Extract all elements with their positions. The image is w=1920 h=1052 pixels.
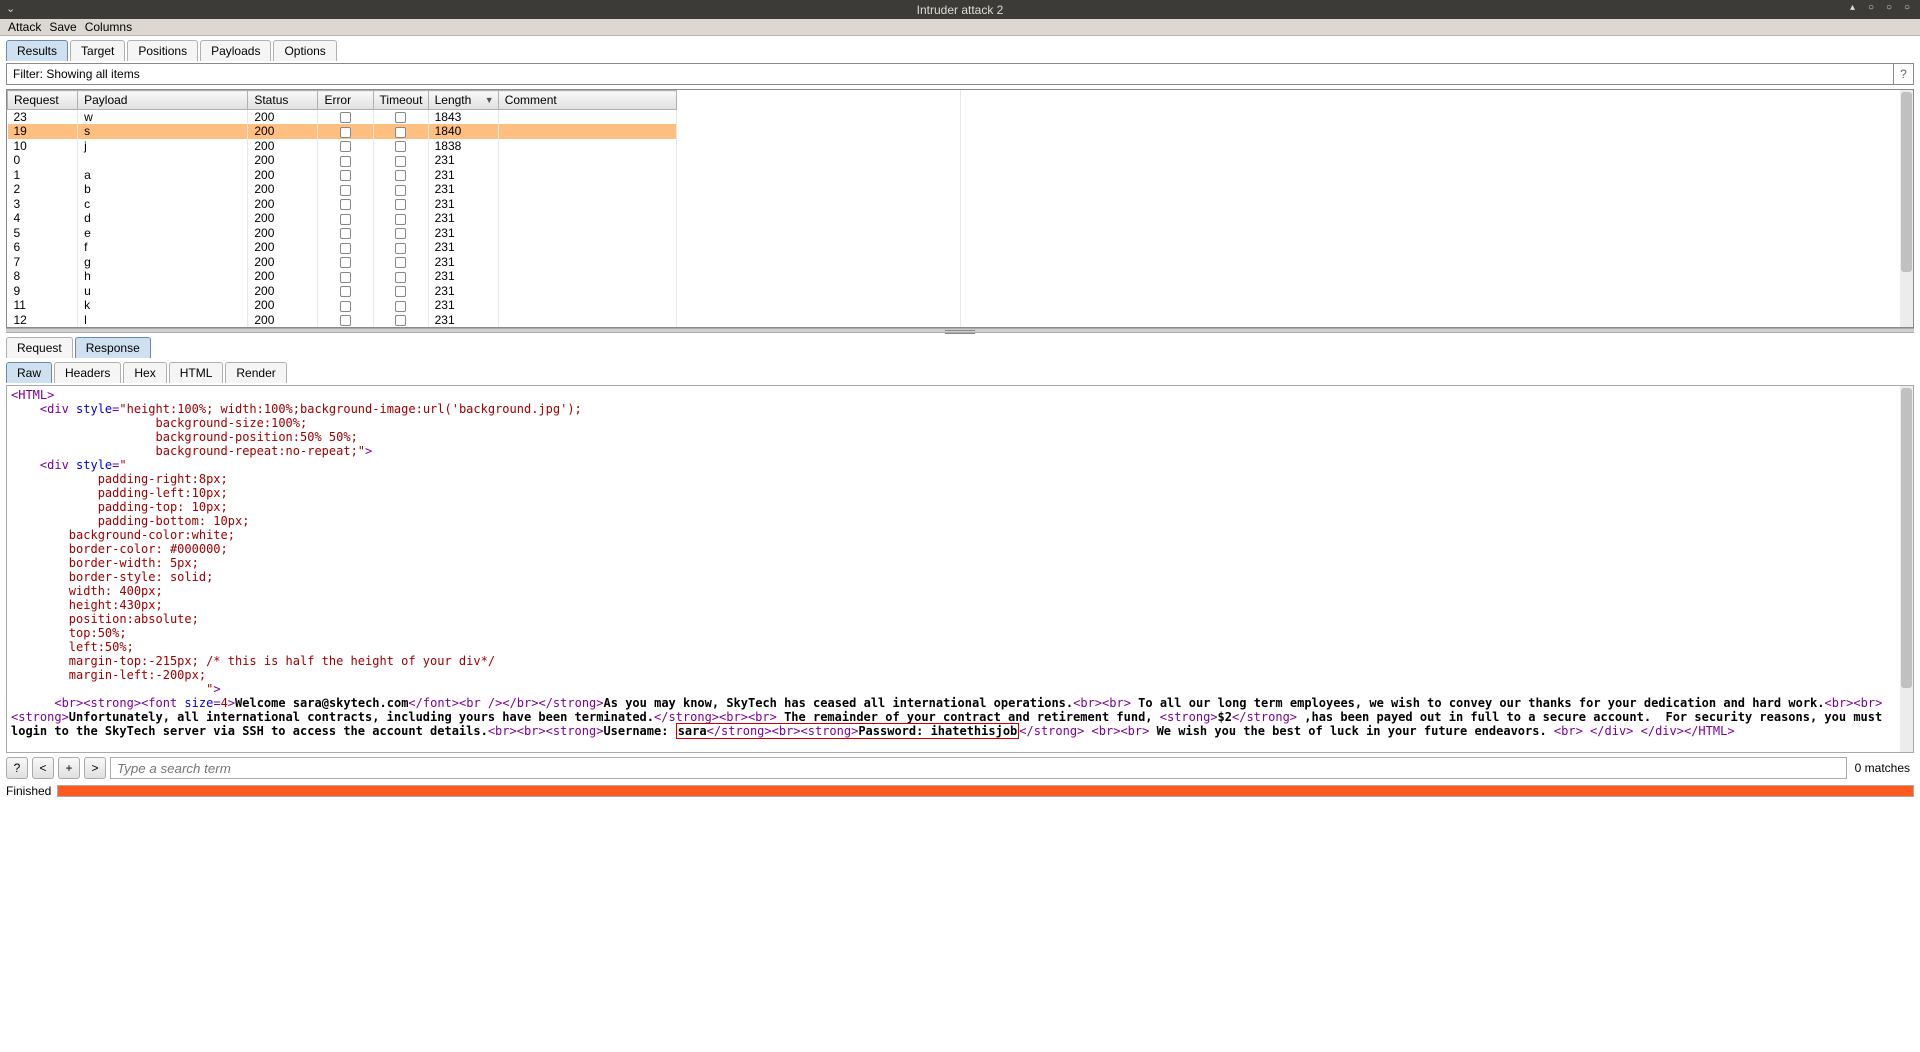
response-raw-view[interactable]: <HTML> <div style="height:100%; width:10… — [6, 385, 1914, 753]
viewtab-html[interactable]: HTML — [169, 362, 224, 383]
checkbox[interactable] — [395, 170, 406, 181]
table-row[interactable]: 1a200231 — [8, 168, 677, 183]
tab-positions[interactable]: Positions — [127, 40, 198, 61]
table-scrollbar[interactable] — [1900, 90, 1913, 327]
checkbox[interactable] — [395, 286, 406, 297]
checkbox[interactable] — [340, 112, 351, 123]
table-row[interactable]: 8h200231 — [8, 269, 677, 284]
checkbox[interactable] — [340, 286, 351, 297]
checkbox[interactable] — [340, 214, 351, 225]
search-help-button[interactable]: ? — [6, 757, 28, 779]
checkbox[interactable] — [395, 141, 406, 152]
table-row[interactable]: 5e200231 — [8, 226, 677, 241]
table-row[interactable]: 23w2001843 — [8, 110, 677, 125]
column-request[interactable]: Request — [8, 91, 78, 110]
main-tabs: ResultsTargetPositionsPayloadsOptions — [0, 36, 1920, 61]
pane-resize-handle[interactable] — [6, 328, 1914, 333]
checkbox[interactable] — [395, 199, 406, 210]
checkbox[interactable] — [340, 301, 351, 312]
checkbox[interactable] — [395, 228, 406, 239]
viewtab-hex[interactable]: Hex — [123, 362, 166, 383]
table-row[interactable]: 7g200231 — [8, 255, 677, 270]
menu-attack[interactable]: Attack — [6, 20, 43, 34]
column-error[interactable]: Error — [318, 91, 373, 110]
checkbox[interactable] — [340, 127, 351, 138]
window-titlebar: ⌄ Intruder attack 2 ▴ ○ ○ ○ — [0, 0, 1920, 19]
filter-bar[interactable]: Filter: Showing all items ? — [6, 63, 1914, 85]
window-close-icon[interactable]: ○ — [1904, 2, 1914, 12]
filter-help-button[interactable]: ? — [1893, 64, 1913, 84]
table-row[interactable]: 12l200231 — [8, 313, 677, 328]
table-row[interactable]: 11k200231 — [8, 298, 677, 313]
checkbox[interactable] — [340, 170, 351, 181]
checkbox[interactable] — [340, 228, 351, 239]
response-scrollbar[interactable] — [1900, 386, 1913, 752]
subtab-request[interactable]: Request — [6, 337, 73, 358]
window-menu-icon[interactable]: ⌄ — [6, 2, 15, 15]
checkbox[interactable] — [395, 272, 406, 283]
checkbox[interactable] — [340, 199, 351, 210]
table-row[interactable]: 6f200231 — [8, 240, 677, 255]
window-maximize-icon[interactable]: ○ — [1886, 2, 1896, 12]
view-tabs: RawHeadersHexHTMLRender — [0, 358, 1920, 383]
filter-text[interactable]: Filter: Showing all items — [7, 64, 1893, 84]
checkbox[interactable] — [340, 243, 351, 254]
status-label: Finished — [6, 784, 51, 798]
checkbox[interactable] — [340, 156, 351, 167]
search-matches-label: 0 matches — [1851, 761, 1914, 775]
table-row[interactable]: 10j2001838 — [8, 139, 677, 154]
checkbox[interactable] — [395, 257, 406, 268]
viewtab-headers[interactable]: Headers — [54, 362, 121, 383]
column-payload[interactable]: Payload — [78, 91, 248, 110]
window-title: Intruder attack 2 — [917, 3, 1004, 17]
search-add-button[interactable]: + — [58, 757, 80, 779]
search-next-button[interactable]: > — [84, 757, 106, 779]
checkbox[interactable] — [395, 185, 406, 196]
tab-payloads[interactable]: Payloads — [200, 40, 271, 61]
search-input[interactable] — [110, 757, 1847, 779]
table-row[interactable]: 2b200231 — [8, 182, 677, 197]
menu-columns[interactable]: Columns — [83, 20, 134, 34]
table-row[interactable]: 4d200231 — [8, 211, 677, 226]
column-status[interactable]: Status — [248, 91, 318, 110]
menu-save[interactable]: Save — [47, 20, 78, 34]
tab-results[interactable]: Results — [6, 40, 68, 61]
checkbox[interactable] — [395, 243, 406, 254]
checkbox[interactable] — [395, 315, 406, 326]
progress-bar — [57, 785, 1914, 797]
checkbox[interactable] — [395, 156, 406, 167]
viewtab-render[interactable]: Render — [225, 362, 286, 383]
window-minimize-icon[interactable]: ○ — [1868, 2, 1878, 12]
menubar: Attack Save Columns — [0, 19, 1920, 36]
results-table: RequestPayloadStatusErrorTimeoutLength▼C… — [6, 89, 1914, 328]
subtab-response[interactable]: Response — [75, 337, 151, 358]
tab-target[interactable]: Target — [70, 40, 125, 61]
checkbox[interactable] — [395, 127, 406, 138]
checkbox[interactable] — [395, 301, 406, 312]
window-settings-icon[interactable]: ▴ — [1850, 2, 1860, 12]
column-comment[interactable]: Comment — [498, 91, 676, 110]
checkbox[interactable] — [340, 141, 351, 152]
checkbox[interactable] — [340, 315, 351, 326]
checkbox[interactable] — [340, 272, 351, 283]
search-prev-button[interactable]: < — [32, 757, 54, 779]
status-bar: Finished — [6, 783, 1914, 799]
table-row[interactable]: 3c200231 — [8, 197, 677, 212]
checkbox[interactable] — [395, 214, 406, 225]
column-timeout[interactable]: Timeout — [373, 91, 428, 110]
table-row[interactable]: 19s2001840 — [8, 124, 677, 139]
request-response-tabs: RequestResponse — [0, 333, 1920, 358]
column-length[interactable]: Length▼ — [428, 91, 498, 110]
table-row[interactable]: 9u200231 — [8, 284, 677, 299]
checkbox[interactable] — [340, 257, 351, 268]
table-row[interactable]: 0200231 — [8, 153, 677, 168]
viewtab-raw[interactable]: Raw — [6, 362, 52, 383]
checkbox[interactable] — [395, 112, 406, 123]
search-bar: ? < + > 0 matches — [6, 757, 1914, 779]
checkbox[interactable] — [340, 185, 351, 196]
tab-options[interactable]: Options — [273, 40, 336, 61]
